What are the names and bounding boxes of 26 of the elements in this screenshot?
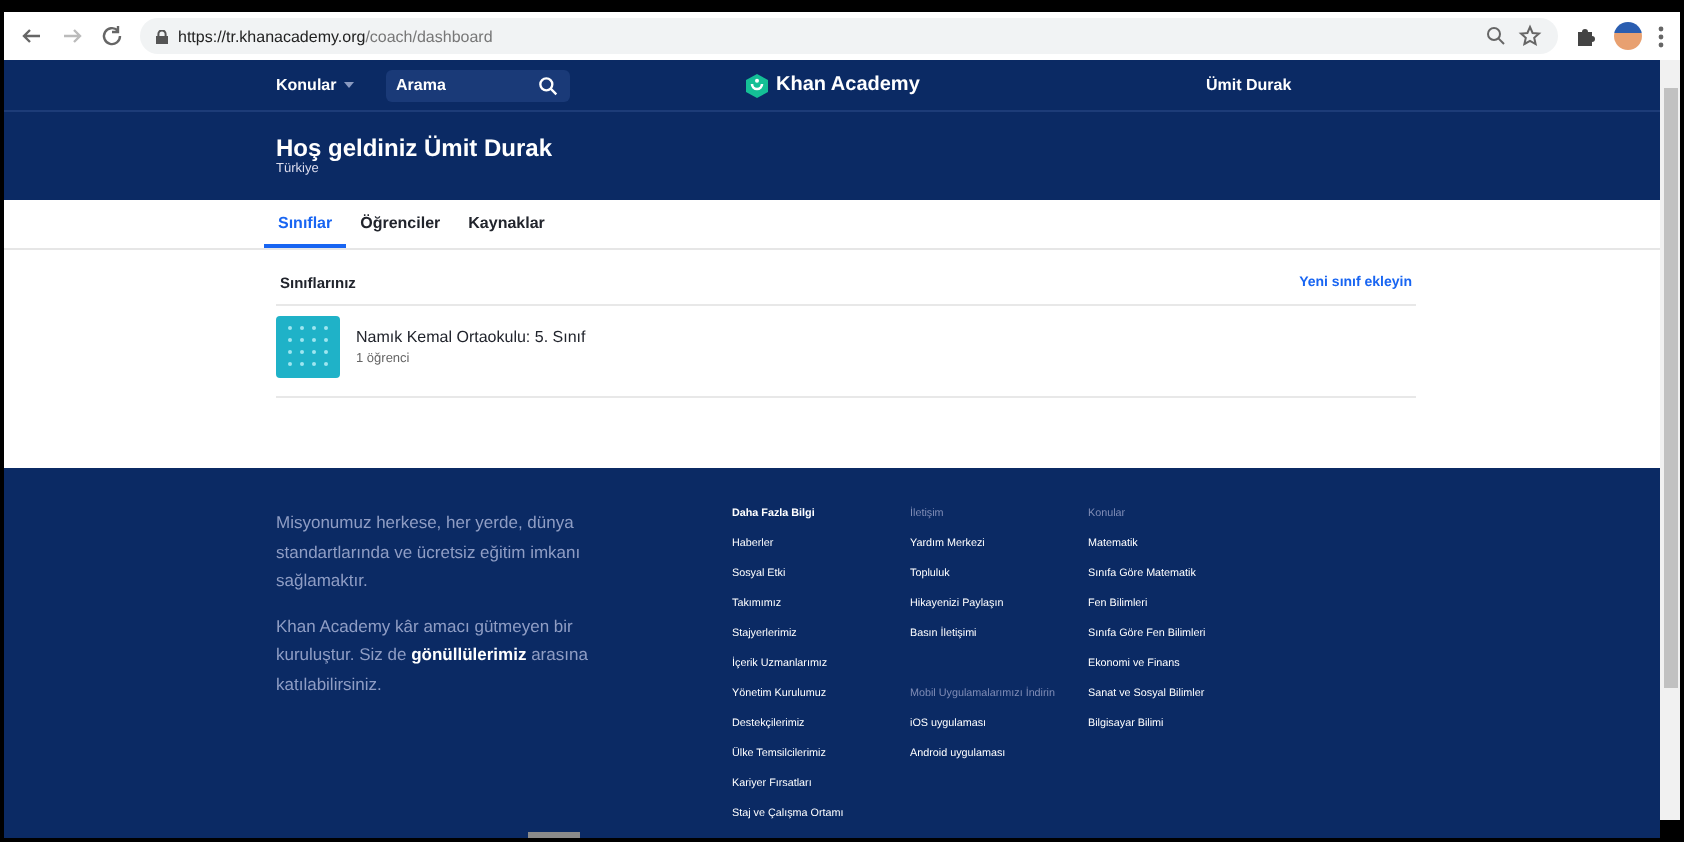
welcome-title: Hoş geldiniz Ümit Durak bbox=[276, 134, 555, 162]
tab[interactable]: Sınıflar bbox=[264, 200, 347, 248]
star-icon[interactable] bbox=[1518, 24, 1542, 48]
back-icon[interactable] bbox=[20, 24, 44, 48]
caret-icon bbox=[344, 82, 355, 88]
avatar[interactable] bbox=[1614, 22, 1642, 50]
user-menu[interactable]: Ümit Durak bbox=[1206, 76, 1292, 94]
logo-text[interactable]: Khan Academy bbox=[776, 74, 920, 96]
search-field[interactable]: Arama bbox=[386, 69, 570, 101]
tab[interactable]: Kaynaklar bbox=[454, 200, 559, 248]
scrollbar-thumb[interactable] bbox=[528, 832, 580, 838]
puzzle-icon[interactable] bbox=[1574, 24, 1598, 48]
volunteers-link[interactable]: gönüllülerimiz bbox=[411, 644, 527, 664]
lock-icon bbox=[156, 29, 168, 43]
more-icon[interactable] bbox=[1658, 25, 1664, 47]
zoom-icon[interactable] bbox=[1484, 24, 1508, 48]
leaf-logo-icon[interactable] bbox=[746, 73, 768, 97]
reload-icon[interactable] bbox=[100, 24, 124, 48]
search-icon[interactable] bbox=[538, 75, 558, 95]
topics-menu[interactable]: Konular bbox=[276, 76, 386, 94]
volunteer-text: Khan Academy kâr amacı gütmeyen bir kuruluştur. Siz de gönüllülerimiz arasına katılabilirsiniz. bbox=[276, 613, 590, 697]
mission-text: Misyonumuz herkese, her yerde, dünya standartlarında ve ücretsiz eğitim imkanı sağlamaktır. bbox=[276, 510, 583, 594]
class-name[interactable]: Namık Kemal Ortaokulu: 5. Sınıf bbox=[356, 328, 586, 346]
tab[interactable]: Öğrenciler bbox=[346, 200, 455, 248]
address-bar[interactable]: https://tr.khanacademy.org/coach/dashboard bbox=[140, 18, 1558, 54]
scrollbar-thumb[interactable] bbox=[1663, 88, 1677, 688]
